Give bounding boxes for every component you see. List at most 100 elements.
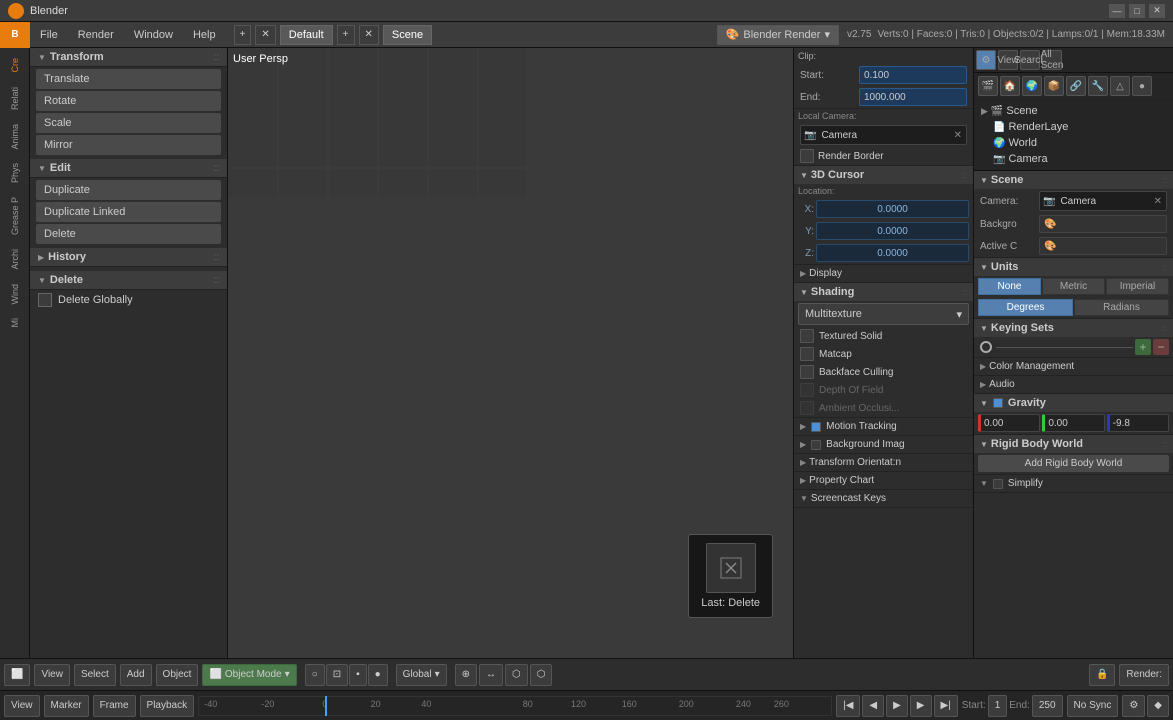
mode-dropdown[interactable]: ⬜ Object Mode ▾ [202,664,296,686]
object-menu-btn[interactable]: Object [156,664,199,686]
tab-create[interactable]: Cre [6,52,24,79]
backgro-field[interactable]: 🎨 [1039,215,1167,233]
pivot-btn[interactable]: ⊕ [455,664,477,686]
tab-animation[interactable]: Anima [6,118,24,156]
scene-camera-clear[interactable]: ✕ [1150,196,1166,207]
delete-section-header[interactable]: ▼ Delete :: [30,271,227,290]
timeline-keyframe-btn[interactable]: ◆ [1147,695,1169,717]
scene-tree-item[interactable]: ▶ 🎬 Scene [977,103,1170,119]
gravity-x-field[interactable]: 0.00 [978,414,1040,432]
cursor-x-field[interactable]: 0.0000 [816,200,969,218]
transform-orientation-header[interactable]: ▶ Transform Orientat:n [794,454,973,471]
scene-camera-field[interactable]: 📷 Camera ✕ [1039,191,1167,211]
select-menu-btn[interactable]: Select [74,664,116,686]
tab-relations[interactable]: Relati [6,81,24,116]
rotate-button[interactable]: Rotate [36,91,221,111]
jump-start-btn[interactable]: |◀ [836,695,860,717]
render-props-icon[interactable]: 🎬 [978,76,998,96]
sync-mode-btn[interactable]: No Sync [1067,695,1119,717]
cursor-y-field[interactable]: 0.0000 [816,222,969,240]
audio-header[interactable]: ▶ Audio [974,376,1173,393]
workspace-label[interactable]: Default [280,25,333,45]
world-props-icon[interactable]: 🌍 [1022,76,1042,96]
edit-section-header[interactable]: ▼ Edit :: [30,159,227,178]
backface-culling-checkbox[interactable] [800,365,814,379]
jump-end-btn[interactable]: ▶| [934,695,958,717]
engine-selector[interactable]: 🎨 Blender Render ▾ [717,25,839,45]
background-images-checkbox[interactable] [811,440,821,450]
layer-btn[interactable]: ⬡ [505,664,528,686]
delete-button[interactable]: Delete [36,224,221,244]
transform-section-header[interactable]: ▼ Transform :: [30,48,227,67]
keying-remove-btn[interactable]: − [1153,339,1169,355]
camera-field-clear[interactable]: ✕ [950,130,966,141]
mirror-button[interactable]: Mirror [36,135,221,155]
menu-file[interactable]: File [30,22,68,48]
simplify-checkbox[interactable] [993,479,1003,489]
search-icon[interactable]: Search [1020,50,1040,70]
object-props-icon[interactable]: 📦 [1044,76,1064,96]
units-none-btn[interactable]: None [978,278,1041,295]
textured-solid-checkbox[interactable] [800,329,814,343]
render-btn[interactable]: Render: [1119,664,1169,686]
scene-props-icon[interactable]: 🏠 [1000,76,1020,96]
display-header[interactable]: ▶ Display [794,265,973,282]
units-section-header[interactable]: ▼ Units :: [974,258,1173,276]
maximize-button[interactable]: □ [1129,4,1145,18]
solid-shading-btn[interactable]: ○ [305,664,325,686]
workspace2-add-button[interactable]: + [337,25,355,45]
rigid-body-world-header[interactable]: ▼ Rigid Body World :: [974,435,1173,453]
gravity-y-field[interactable]: 0.00 [1042,414,1104,432]
data-props-icon[interactable]: △ [1110,76,1130,96]
workspace-close-button[interactable]: ✕ [255,25,275,45]
timeline-marker-btn[interactable]: Marker [44,695,89,717]
start-frame-field[interactable]: 1 [988,695,1008,717]
shading-mode-dropdown[interactable]: Multitexture ▾ [798,303,969,325]
render-border-checkbox[interactable] [800,149,814,163]
ambient-occlusion-checkbox[interactable] [800,401,814,415]
constraints-icon[interactable]: 🔗 [1066,76,1086,96]
menu-help[interactable]: Help [183,22,226,48]
wireframe-btn[interactable]: ⊡ [326,664,348,686]
camera-field[interactable]: 📷 Camera ✕ [800,125,967,145]
screencast-keys-header[interactable]: ▼ Screencast Keys [794,490,973,507]
next-frame-btn[interactable]: ▶ [910,695,932,717]
scale-button[interactable]: Scale [36,113,221,133]
simplify-header[interactable]: ▼ Simplify [974,475,1173,492]
color-management-header[interactable]: ▶ Color Management [974,358,1173,375]
tab-grease[interactable]: Grease P [6,191,24,241]
motion-tracking-checkbox[interactable] [811,422,821,432]
duplicate-button[interactable]: Duplicate [36,180,221,200]
viewport[interactable]: User Persp [228,48,793,658]
render-layers-item[interactable]: 📄 RenderLaye [977,119,1170,135]
manipulator-btn[interactable]: ↔ [479,664,503,686]
keying-add-btn[interactable]: + [1135,339,1151,355]
visible-layer-btn[interactable]: ⬡ [530,664,553,686]
timeline-ticks[interactable]: -40 -20 0 20 40 80 120 160 200 240 260 [198,696,832,716]
shading-section-header[interactable]: ▼ Shading :: [794,283,973,301]
texture-btn[interactable]: ▪ [349,664,367,686]
units-imperial-btn[interactable]: Imperial [1106,278,1169,295]
view-menu-btn[interactable]: View [34,664,70,686]
tab-wind[interactable]: Wind [6,278,24,311]
lock-btn[interactable]: 🔒 [1089,664,1115,686]
world-tree-item[interactable]: 🌍 World [977,135,1170,151]
clip-end-field[interactable]: 1000.000 [859,88,967,106]
add-menu-btn[interactable]: Add [120,664,152,686]
gravity-checkbox[interactable] [993,398,1003,408]
motion-tracking-header[interactable]: ▶ Motion Tracking [794,418,973,435]
active-c-field[interactable]: 🎨 [1039,237,1167,255]
timeline-view-btn[interactable]: View [4,695,40,717]
close-button[interactable]: ✕ [1149,4,1165,18]
timeline-frame-btn[interactable]: Frame [93,695,136,717]
delete-globally-checkbox[interactable] [38,293,52,307]
material-icon[interactable]: ● [1132,76,1152,96]
scene-props-header[interactable]: ▼ Scene :: [974,171,1173,189]
all-scenes-icon[interactable]: All Scen [1042,50,1062,70]
depth-of-field-checkbox[interactable] [800,383,814,397]
history-section-header[interactable]: ▶ History :: [30,248,227,267]
units-degrees-btn[interactable]: Degrees [978,299,1073,316]
units-radians-btn[interactable]: Radians [1074,299,1169,316]
timeline-playback-btn[interactable]: Playback [140,695,195,717]
units-metric-btn[interactable]: Metric [1042,278,1105,295]
